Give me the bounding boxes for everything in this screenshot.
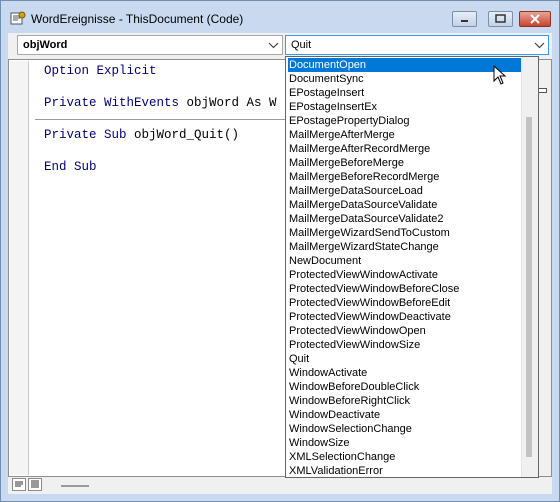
minimize-icon — [461, 20, 468, 22]
close-button[interactable] — [519, 11, 551, 27]
maximize-button[interactable] — [488, 11, 513, 27]
procedure-view-icon — [15, 481, 23, 487]
dropdown-option[interactable]: MailMergeBeforeRecordMerge — [288, 170, 439, 184]
object-combo-value: objWord — [23, 39, 68, 51]
title-bar[interactable]: WordEreignisse - ThisDocument (Code) — [1, 1, 559, 33]
dropdown-option[interactable]: ProtectedViewWindowActivate — [288, 268, 438, 282]
dropdown-option[interactable]: WindowBeforeRightClick — [288, 394, 410, 408]
dropdown-option[interactable]: WindowSelectionChange — [288, 422, 412, 436]
dropdown-option[interactable]: MailMergeAfterMerge — [288, 128, 395, 142]
vba-code-window: WordEreignisse - ThisDocument (Code) obj… — [0, 0, 560, 502]
vba-module-icon — [10, 11, 26, 25]
close-icon — [530, 14, 540, 24]
dropdown-option[interactable]: ProtectedViewWindowBeforeEdit — [288, 296, 450, 310]
dropdown-scrollbar[interactable] — [521, 57, 538, 477]
dropdown-option[interactable]: MailMergeWizardSendToCustom — [288, 226, 450, 240]
dropdown-option[interactable]: ProtectedViewWindowOpen — [288, 324, 426, 338]
dropdown-option[interactable]: EPostageInsertEx — [288, 100, 377, 114]
dropdown-option[interactable]: WindowActivate — [288, 366, 367, 380]
bottom-bar — [8, 477, 552, 494]
code-line: Option Explicit — [44, 64, 157, 78]
procedure-combo-dropdown-button[interactable] — [531, 36, 548, 54]
horizontal-scrollbar-thumb[interactable] — [61, 485, 89, 487]
dropdown-option[interactable]: MailMergeDataSourceValidate2 — [288, 212, 444, 226]
procedure-combo-value: Quit — [291, 39, 312, 51]
maximize-icon — [495, 14, 506, 23]
indicator-margin[interactable] — [10, 61, 29, 475]
dropdown-option[interactable]: XMLSelectionChange — [288, 450, 395, 464]
dropdown-option[interactable]: MailMergeAfterRecordMerge — [288, 142, 430, 156]
dropdown-option[interactable]: MailMergeDataSourceValidate — [288, 198, 437, 212]
dropdown-option[interactable]: MailMergeBeforeMerge — [288, 156, 404, 170]
chevron-down-icon — [534, 42, 545, 49]
procedure-dropdown-list[interactable]: DocumentOpen DocumentSync EPostageInsert EP… — [285, 56, 539, 478]
minimize-button[interactable] — [452, 11, 477, 27]
dropdown-option[interactable]: WindowSize — [288, 436, 350, 450]
procedure-view-button[interactable] — [12, 478, 26, 491]
code-line: End Sub — [44, 160, 97, 174]
dropdown-option[interactable]: EPostagePropertyDialog — [288, 114, 409, 128]
dropdown-option[interactable]: ProtectedViewWindowDeactivate — [288, 310, 451, 324]
code-line: Private Sub objWord_Quit() — [44, 128, 240, 142]
full-module-view-icon — [31, 480, 39, 488]
mouse-cursor-icon — [493, 65, 507, 85]
dropdown-option[interactable]: DocumentOpen — [288, 58, 523, 72]
window-title: WordEreignisse - ThisDocument (Code) — [31, 12, 244, 26]
full-module-view-button[interactable] — [28, 478, 42, 491]
code-line: Private WithEvents objWord As W — [44, 96, 277, 110]
dropdown-option[interactable]: NewDocument — [288, 254, 361, 268]
dropdown-option[interactable]: ProtectedViewWindowSize — [288, 338, 420, 352]
dropdown-option[interactable]: EPostageInsert — [288, 86, 364, 100]
object-combo-dropdown-button[interactable] — [265, 36, 282, 54]
dropdown-option[interactable]: MailMergeDataSourceLoad — [288, 184, 423, 198]
dropdown-option[interactable]: MailMergeWizardStateChange — [288, 240, 439, 254]
procedure-combo[interactable]: Quit — [285, 35, 549, 55]
dropdown-option[interactable]: Quit — [288, 352, 309, 366]
dropdown-option[interactable]: XMLValidationError — [288, 464, 383, 477]
chevron-down-icon — [268, 42, 279, 49]
dropdown-scrollbar-thumb[interactable] — [526, 117, 532, 457]
dropdown-option[interactable]: WindowBeforeDoubleClick — [288, 380, 419, 394]
dropdown-option[interactable]: WindowDeactivate — [288, 408, 380, 422]
dropdown-option[interactable]: ProtectedViewWindowBeforeClose — [288, 282, 459, 296]
object-combo[interactable]: objWord — [17, 35, 283, 55]
dropdown-option[interactable]: DocumentSync — [288, 72, 364, 86]
